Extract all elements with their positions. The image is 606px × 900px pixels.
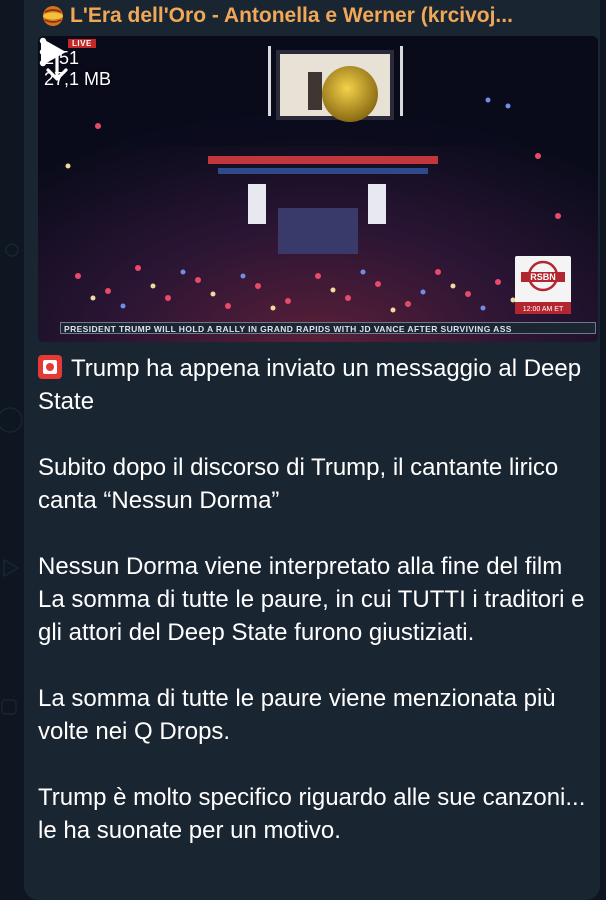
video-player[interactable]: LIVE 2:51 27,1 MB RSBN 12:00 AM ET PRESI… [38, 36, 598, 342]
channel-sender[interactable]: L'Era dell'Oro - Antonella e Werner (krc… [42, 2, 513, 30]
live-badge: LIVE [68, 39, 96, 48]
sender-name: L'Era dell'Oro - Antonella e Werner (krc… [70, 4, 513, 27]
message-paragraph: Nessun Dorma viene interpretato alla fin… [38, 553, 585, 646]
message-bubble[interactable]: L'Era dell'Oro - Antonella e Werner (krc… [24, 0, 600, 900]
message-text: Trump ha appena inviato un messaggio al … [38, 352, 588, 880]
play-icon[interactable] [38, 36, 68, 68]
globe-emoji-icon [42, 5, 64, 27]
message-paragraph: Trump ha appena inviato un messaggio al … [38, 355, 582, 415]
message-paragraph: Subito dopo il discorso di Trump, il can… [38, 454, 559, 514]
logo-time: 12:00 AM ET [523, 306, 564, 313]
logo-text: RSBN [530, 272, 556, 282]
rotating-light-icon [38, 355, 62, 379]
message-paragraph: La somma di tutte le paure viene menzion… [38, 685, 556, 745]
channel-logo: RSBN 12:00 AM ET [515, 256, 571, 314]
message-paragraph: Trump è molto specifico riguardo alle su… [38, 784, 586, 844]
news-ticker: PRESIDENT TRUMP WILL HOLD A RALLY IN GRA… [60, 322, 596, 334]
video-thumbnail [38, 36, 598, 342]
